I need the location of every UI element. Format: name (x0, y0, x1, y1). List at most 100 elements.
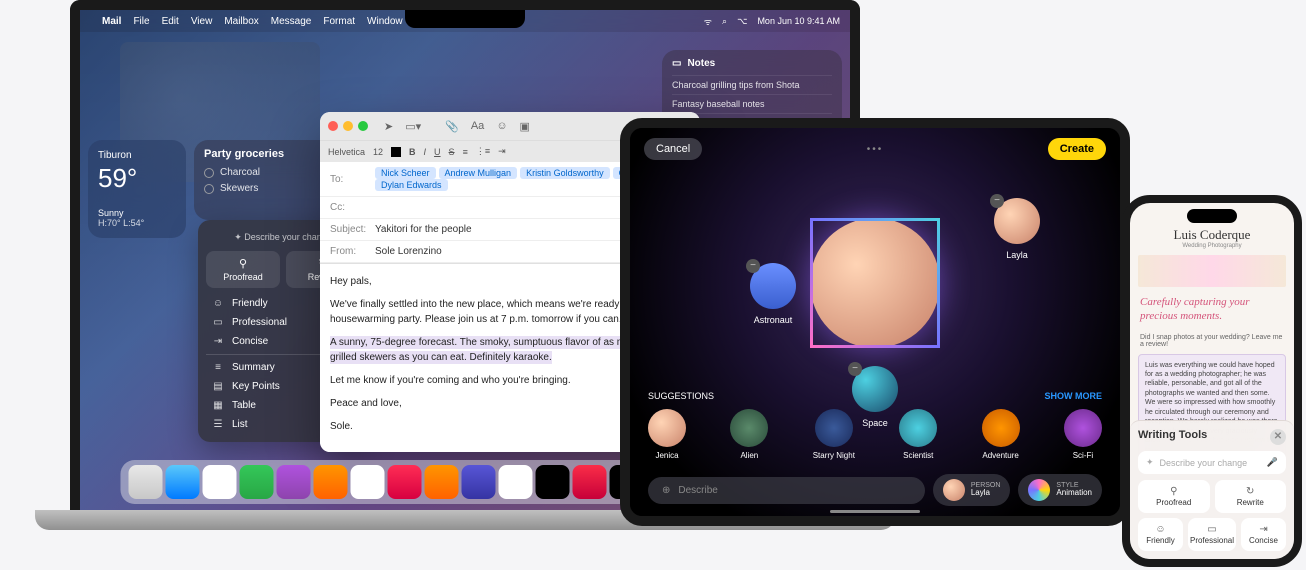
dock-app-contacts[interactable] (425, 465, 459, 499)
dock-app-notes[interactable] (499, 465, 533, 499)
dock-app-finder[interactable] (129, 465, 163, 499)
italic-button[interactable]: I (424, 147, 427, 157)
photo-icon[interactable]: ▣ (520, 120, 530, 133)
weather-location: Tiburon (98, 150, 176, 161)
describe-input[interactable]: ⊕Describe (648, 477, 925, 504)
arrows-in-icon: ⇥ (212, 336, 224, 347)
plus-icon[interactable]: ⊕ (662, 485, 670, 496)
from-label: From: (330, 246, 375, 257)
zoom-button[interactable] (358, 121, 368, 131)
remove-icon[interactable]: − (848, 362, 862, 376)
style-chip[interactable]: STYLEAnimation (1018, 474, 1102, 506)
recipient-pill[interactable]: Dylan Edwards (375, 179, 448, 191)
person-chip[interactable]: PERSONLayla (933, 474, 1011, 506)
dock-app-safari[interactable] (166, 465, 200, 499)
format-icon[interactable]: Aa (471, 120, 484, 132)
subject-label: Subject: (330, 224, 375, 235)
suggestion-alien[interactable]: Alien (730, 409, 768, 460)
iphone-screen: Luis Coderque Wedding Photography Carefu… (1130, 203, 1294, 559)
color-swatch[interactable] (391, 147, 401, 157)
remove-icon[interactable]: − (990, 194, 1004, 208)
attach-icon[interactable]: 📎 (445, 120, 459, 133)
menu-message[interactable]: Message (271, 16, 312, 27)
minimize-button[interactable] (343, 121, 353, 131)
underline-button[interactable]: U (434, 147, 441, 157)
weather-condition: Sunny (98, 208, 176, 218)
main-avatar[interactable] (810, 218, 940, 348)
strike-button[interactable]: S (449, 147, 455, 157)
recipient-pill[interactable]: Kristin Goldsworthy (520, 167, 610, 179)
list-button[interactable]: ⋮≡ (476, 146, 490, 157)
dock-app-messages[interactable] (240, 465, 274, 499)
briefcase-icon: ▭ (212, 317, 224, 328)
menu-view[interactable]: View (191, 16, 213, 27)
concise-button[interactable]: ⇥Concise (1241, 518, 1286, 551)
emoji-icon[interactable]: ☺ (496, 120, 507, 132)
notes-title: Notes (687, 58, 715, 69)
magnify-icon: ⚲ (1140, 486, 1208, 497)
indent-button[interactable]: ⇥ (498, 146, 506, 157)
align-button[interactable]: ≡ (463, 147, 468, 157)
font-picker[interactable]: Helvetica (328, 147, 365, 157)
note-item[interactable]: Fantasy baseball notes (672, 94, 832, 113)
dock-app-photos[interactable] (314, 465, 348, 499)
wifi-icon[interactable]: ᯤ (704, 15, 712, 28)
writing-tools-sheet: Writing Tools✕ ✦Describe your change🎤 ⚲P… (1130, 420, 1294, 559)
smile-icon: ☺ (212, 298, 224, 309)
proofread-button[interactable]: ⚲Proofread (206, 251, 280, 288)
weather-widget[interactable]: Tiburon 59° Sunny H:70° L:54° (88, 140, 186, 238)
create-button[interactable]: Create (1048, 138, 1106, 160)
bold-button[interactable]: B (409, 147, 416, 157)
checkbox-icon[interactable] (204, 184, 214, 194)
suggestion-jenica[interactable]: Jenica (648, 409, 686, 460)
send-icon[interactable]: ➤ (384, 120, 393, 133)
suggestion-starry-night[interactable]: Starry Night (813, 409, 855, 460)
show-more-link[interactable]: SHOW MORE (1045, 391, 1103, 401)
dock-app-facetime[interactable] (351, 465, 385, 499)
suggestion-scifi[interactable]: Sci-Fi (1064, 409, 1102, 460)
home-indicator[interactable] (830, 510, 920, 513)
menu-edit[interactable]: Edit (162, 16, 179, 27)
sparkle-icon: ✦ (1146, 457, 1154, 468)
concept-astronaut[interactable]: −Astronaut (750, 263, 796, 309)
professional-button[interactable]: ▭Professional (1188, 518, 1236, 551)
dock-app-maps[interactable] (277, 465, 311, 499)
menu-window[interactable]: Window (367, 16, 403, 27)
dock-app-tv[interactable] (536, 465, 570, 499)
recipient-pill[interactable]: Nick Scheer (375, 167, 436, 179)
dock-app-reminders[interactable] (462, 465, 496, 499)
header-fields-icon[interactable]: ▭▾ (405, 120, 421, 133)
brand-subtitle: Wedding Photography (1138, 243, 1286, 249)
describe-input[interactable]: ✦Describe your change🎤 (1138, 451, 1286, 474)
search-icon[interactable]: ⌕ (722, 16, 727, 27)
concept-layla[interactable]: −Layla (994, 198, 1040, 244)
rewrite-icon: ↻ (1217, 486, 1285, 497)
more-icon[interactable]: ••• (867, 144, 884, 155)
list-icon: ☰ (212, 419, 224, 430)
dynamic-island[interactable] (1187, 209, 1237, 223)
proofread-button[interactable]: ⚲Proofread (1138, 480, 1210, 513)
menu-file[interactable]: File (133, 16, 149, 27)
note-item[interactable]: Charcoal grilling tips from Shota (672, 75, 832, 94)
font-size[interactable]: 12 (373, 147, 383, 157)
close-icon[interactable]: ✕ (1270, 429, 1286, 445)
cc-label: Cc: (330, 202, 375, 213)
dock-app-mail[interactable] (203, 465, 237, 499)
clock[interactable]: Mon Jun 10 9:41 AM (757, 16, 840, 26)
dock-app-music[interactable] (573, 465, 607, 499)
dock-app-calendar[interactable] (388, 465, 422, 499)
control-center-icon[interactable]: ⌥ (737, 16, 747, 27)
recipient-pill[interactable]: Andrew Mulligan (439, 167, 518, 179)
rewrite-button[interactable]: ↻Rewrite (1215, 480, 1287, 513)
friendly-button[interactable]: ☺Friendly (1138, 518, 1183, 551)
app-menu[interactable]: Mail (102, 16, 121, 27)
cancel-button[interactable]: Cancel (644, 138, 702, 160)
menu-format[interactable]: Format (323, 16, 355, 27)
suggestion-adventure[interactable]: Adventure (982, 409, 1020, 460)
close-button[interactable] (328, 121, 338, 131)
menu-mailbox[interactable]: Mailbox (224, 16, 258, 27)
suggestion-scientist[interactable]: Scientist (899, 409, 937, 460)
remove-icon[interactable]: − (746, 259, 760, 273)
mic-icon[interactable]: 🎤 (1267, 457, 1278, 468)
checkbox-icon[interactable] (204, 168, 214, 178)
